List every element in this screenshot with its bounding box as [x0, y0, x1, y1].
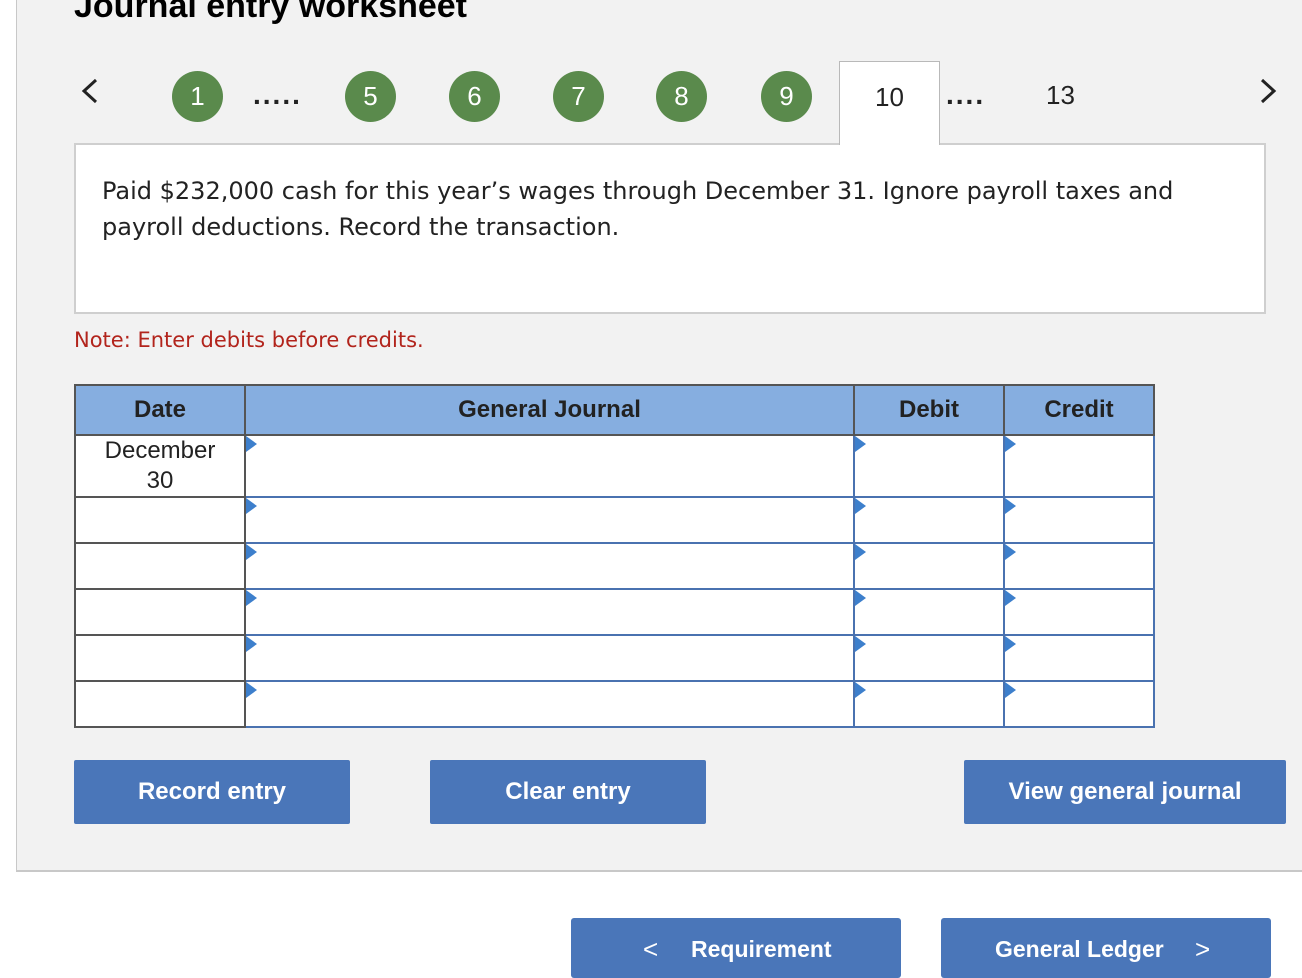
entry-note: Note: Enter debits before credits.: [74, 328, 424, 352]
dropdown-marker-icon: [1005, 636, 1016, 652]
debit-cell[interactable]: [853, 634, 1005, 682]
credit-cell[interactable]: [1003, 542, 1155, 590]
credit-input[interactable]: [1005, 453, 1153, 479]
debit-cell[interactable]: [853, 434, 1005, 498]
account-cell[interactable]: [244, 496, 855, 544]
debit-input[interactable]: [855, 645, 1003, 671]
date-cell[interactable]: [74, 680, 246, 728]
pager-ellipsis-a: .....: [253, 79, 302, 110]
debit-cell[interactable]: [853, 588, 1005, 636]
next-general-ledger-label: General Ledger: [995, 936, 1164, 962]
chevron-right-icon: >: [1195, 934, 1211, 964]
credit-header: Credit: [1003, 384, 1155, 436]
view-general-journal-button[interactable]: View general journal: [964, 760, 1286, 824]
date-cell[interactable]: [74, 496, 246, 544]
table-row: December 30: [74, 434, 1155, 498]
account-input[interactable]: [246, 553, 853, 579]
table-row: [74, 680, 1155, 728]
prev-question-button[interactable]: [76, 76, 106, 106]
dropdown-marker-icon: [246, 498, 257, 514]
chevron-left-icon: <: [643, 934, 659, 964]
table-row: [74, 542, 1155, 590]
credit-input[interactable]: [1005, 553, 1153, 579]
dropdown-marker-icon: [1005, 498, 1016, 514]
pager-item-7[interactable]: 7: [553, 71, 604, 122]
dropdown-marker-icon: [1005, 436, 1016, 452]
pager-item-5[interactable]: 5: [345, 71, 396, 122]
credit-input[interactable]: [1005, 599, 1153, 625]
account-input[interactable]: [246, 645, 853, 671]
dropdown-marker-icon: [1005, 544, 1016, 560]
account-cell[interactable]: [244, 680, 855, 728]
pager-item-9[interactable]: 9: [761, 71, 812, 122]
table-row: [74, 588, 1155, 636]
date-cell[interactable]: [74, 542, 246, 590]
dropdown-marker-icon: [855, 590, 866, 606]
credit-cell[interactable]: [1003, 634, 1155, 682]
debit-cell[interactable]: [853, 680, 1005, 728]
account-cell[interactable]: [244, 588, 855, 636]
dropdown-marker-icon: [855, 636, 866, 652]
dropdown-marker-icon: [246, 682, 257, 698]
next-question-button[interactable]: [1252, 76, 1282, 106]
chevron-right-icon: [1260, 78, 1277, 104]
dropdown-marker-icon: [1005, 682, 1016, 698]
date-cell: December 30: [74, 434, 246, 498]
dropdown-marker-icon: [246, 590, 257, 606]
journal-table: Date General Journal Debit Credit Decemb…: [74, 384, 1155, 728]
question-box: Paid $232,000 cash for this year’s wages…: [74, 143, 1266, 314]
credit-input[interactable]: [1005, 645, 1153, 671]
pager-item-active[interactable]: 10: [839, 61, 940, 145]
account-cell[interactable]: [244, 434, 855, 498]
debit-header: Debit: [853, 384, 1005, 436]
next-general-ledger-button[interactable]: General Ledger >: [941, 918, 1271, 978]
pager-item-last[interactable]: 13: [1046, 80, 1075, 111]
clear-entry-button[interactable]: Clear entry: [430, 760, 706, 824]
dropdown-marker-icon: [246, 544, 257, 560]
account-input[interactable]: [246, 453, 853, 479]
dropdown-marker-icon: [855, 498, 866, 514]
credit-cell[interactable]: [1003, 496, 1155, 544]
credit-cell[interactable]: [1003, 434, 1155, 498]
account-input[interactable]: [246, 599, 853, 625]
debit-input[interactable]: [855, 453, 1003, 479]
date-header: Date: [74, 384, 246, 436]
dropdown-marker-icon: [855, 544, 866, 560]
account-header: General Journal: [244, 384, 855, 436]
pager-item-6[interactable]: 6: [449, 71, 500, 122]
table-row: [74, 496, 1155, 544]
prev-requirement-button[interactable]: < Requirement: [571, 918, 901, 978]
account-input[interactable]: [246, 507, 853, 533]
record-entry-button[interactable]: Record entry: [74, 760, 350, 824]
account-cell[interactable]: [244, 542, 855, 590]
date-cell[interactable]: [74, 634, 246, 682]
chevron-left-icon: [81, 78, 98, 104]
debit-input[interactable]: [855, 599, 1003, 625]
page-title: Journal entry worksheet: [74, 0, 468, 25]
dropdown-marker-icon: [246, 636, 257, 652]
question-text: Paid $232,000 cash for this year’s wages…: [102, 177, 1174, 241]
pager-item-8[interactable]: 8: [656, 71, 707, 122]
account-cell[interactable]: [244, 634, 855, 682]
date-cell[interactable]: [74, 588, 246, 636]
account-input[interactable]: [246, 691, 853, 717]
dropdown-marker-icon: [1005, 590, 1016, 606]
credit-cell[interactable]: [1003, 588, 1155, 636]
pager-ellipsis-b: ....: [946, 79, 986, 110]
dropdown-marker-icon: [855, 682, 866, 698]
table-row: [74, 634, 1155, 682]
debit-input[interactable]: [855, 507, 1003, 533]
debit-input[interactable]: [855, 553, 1003, 579]
dropdown-marker-icon: [246, 436, 257, 452]
prev-requirement-label: Requirement: [691, 936, 832, 962]
credit-input[interactable]: [1005, 507, 1153, 533]
debit-cell[interactable]: [853, 496, 1005, 544]
dropdown-marker-icon: [855, 436, 866, 452]
pager-item-1[interactable]: 1: [172, 71, 223, 122]
debit-cell[interactable]: [853, 542, 1005, 590]
credit-input[interactable]: [1005, 691, 1153, 717]
credit-cell[interactable]: [1003, 680, 1155, 728]
debit-input[interactable]: [855, 691, 1003, 717]
